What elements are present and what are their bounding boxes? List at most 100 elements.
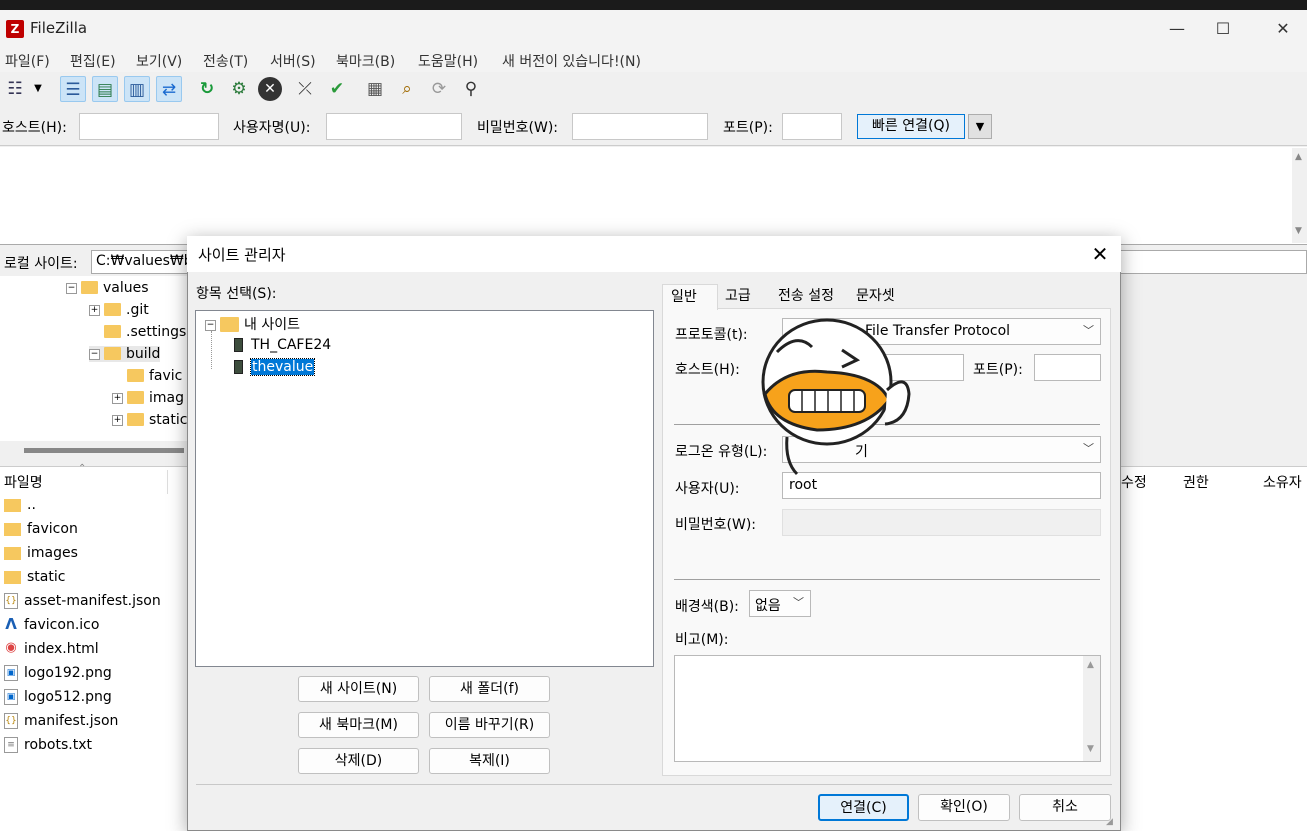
folder-icon: [127, 412, 144, 426]
tree-item[interactable]: − build: [89, 346, 161, 362]
local-tree-icon[interactable]: ▤: [92, 76, 118, 102]
close-window-button[interactable]: ✕: [1260, 14, 1306, 44]
tree-item-my-sites[interactable]: − 내 사이트: [205, 314, 300, 334]
menu-transfer[interactable]: 전송(T): [203, 51, 248, 71]
collapse-icon[interactable]: −: [205, 319, 216, 331]
tree-item[interactable]: + static: [112, 412, 187, 428]
tree-item[interactable]: .settings: [104, 324, 186, 340]
quick-port-input[interactable]: [782, 113, 842, 140]
dialog-title-bar: [187, 236, 1121, 272]
site-item-thevalue[interactable]: thevalue: [234, 358, 316, 376]
file-row[interactable]: {} manifest.json: [4, 713, 118, 729]
menu-server[interactable]: 서버(S): [270, 51, 316, 71]
html-file-icon: ◉: [4, 640, 18, 657]
tree-item-label: imag: [149, 390, 184, 406]
new-bookmark-button[interactable]: 새 북마크(M): [298, 712, 419, 738]
menu-new-version[interactable]: 새 버전이 있습니다!(N): [502, 51, 641, 71]
cancel-icon[interactable]: ✕: [258, 77, 282, 101]
transfer-queue-icon[interactable]: ⇄: [156, 76, 182, 102]
separator: [674, 579, 1100, 580]
menu-edit[interactable]: 편집(E): [70, 51, 116, 71]
connect-button[interactable]: 연결(C): [818, 794, 909, 821]
menu-help[interactable]: 도움말(H): [418, 51, 478, 71]
message-log-icon[interactable]: ☰: [60, 76, 86, 102]
rename-button[interactable]: 이름 바꾸기(R): [429, 712, 550, 738]
tree-item[interactable]: favic: [127, 368, 182, 384]
tab-advanced[interactable]: 고급: [717, 284, 759, 309]
menu-file[interactable]: 파일(F): [5, 51, 50, 71]
expand-icon[interactable]: +: [89, 304, 100, 316]
site-tree[interactable]: − 내 사이트 TH_CAFE24 thevalue: [195, 310, 654, 667]
new-site-button[interactable]: 새 사이트(N): [298, 676, 419, 702]
menu-bookmarks[interactable]: 북마크(B): [336, 51, 395, 71]
ok-button[interactable]: 확인(O): [918, 794, 1010, 821]
tree-item[interactable]: + imag: [112, 390, 184, 406]
tree-scroll-thumb[interactable]: [24, 448, 184, 453]
file-row[interactable]: ◉ index.html: [4, 641, 99, 657]
quickconnect-button[interactable]: 빠른 연결(Q): [857, 114, 965, 139]
quick-host-input[interactable]: [79, 113, 219, 140]
quick-password-input[interactable]: [572, 113, 708, 140]
remote-tree-icon[interactable]: ▥: [124, 76, 150, 102]
message-log[interactable]: [0, 147, 1307, 245]
directory-listing-filters-icon[interactable]: ▦: [362, 76, 388, 102]
maximize-button[interactable]: ☐: [1200, 14, 1246, 44]
quickconnect-dropdown-icon[interactable]: ▼: [968, 114, 992, 139]
expand-icon[interactable]: +: [112, 392, 123, 404]
comments-textarea[interactable]: ▲ ▼: [674, 655, 1101, 762]
local-directory-tree[interactable]: − values + .git .settings − build favic + im…: [0, 276, 188, 441]
tab-charset[interactable]: 문자셋: [848, 284, 903, 309]
expand-icon[interactable]: +: [112, 414, 123, 426]
site-manager-dropdown-icon[interactable]: ▼: [30, 76, 46, 102]
message-log-scrollbar[interactable]: ▲ ▼: [1292, 148, 1307, 243]
scroll-down-icon[interactable]: ▼: [1295, 226, 1302, 236]
search-icon[interactable]: ⌕: [394, 76, 420, 102]
scroll-up-icon[interactable]: ▲: [1295, 152, 1302, 162]
process-queue-icon[interactable]: ⚙: [226, 76, 252, 102]
file-row[interactable]: Λfavicon.ico: [4, 617, 99, 633]
file-row[interactable]: {} asset-manifest.json: [4, 593, 161, 609]
quick-user-input[interactable]: [326, 113, 462, 140]
site-item-th-cafe24[interactable]: TH_CAFE24: [234, 337, 331, 353]
background-color-select[interactable]: 없음 ﹀: [749, 590, 811, 617]
delete-button[interactable]: 삭제(D): [298, 748, 419, 774]
tree-item[interactable]: + .git: [89, 302, 149, 318]
find-files-icon[interactable]: ⚲: [458, 76, 484, 102]
comments-scrollbar[interactable]: ▲ ▼: [1083, 656, 1100, 761]
scroll-down-icon[interactable]: ▼: [1087, 744, 1094, 754]
disconnect-icon[interactable]: ⤫: [292, 76, 318, 102]
file-row[interactable]: ▣ logo192.png: [4, 665, 112, 681]
tab-general[interactable]: 일반: [662, 284, 718, 310]
tab-transfer-settings[interactable]: 전송 설정: [770, 284, 842, 309]
reconnect-icon[interactable]: ✔: [324, 76, 350, 102]
dialog-close-button[interactable]: ✕: [1086, 240, 1114, 268]
local-site-label: 로컬 사이트:: [4, 256, 78, 272]
tree-item[interactable]: − values: [66, 280, 149, 296]
folder-icon: [104, 324, 121, 338]
file-row[interactable]: static: [4, 569, 65, 585]
collapse-icon[interactable]: −: [66, 282, 77, 294]
column-header-filename[interactable]: 파일명: [4, 472, 43, 492]
file-row[interactable]: favicon: [4, 521, 78, 537]
background-color-value: 없음: [755, 598, 781, 614]
cancel-button[interactable]: 취소: [1019, 794, 1111, 821]
file-row[interactable]: ▣ logo512.png: [4, 689, 112, 705]
port-input[interactable]: [1034, 354, 1101, 381]
new-folder-button[interactable]: 새 폴더(f): [429, 676, 550, 702]
file-row[interactable]: ..: [4, 497, 36, 513]
site-manager-icon[interactable]: ☷: [2, 76, 28, 102]
file-row[interactable]: ≡ robots.txt: [4, 737, 92, 753]
menu-view[interactable]: 보기(V): [136, 51, 182, 71]
column-header-permissions[interactable]: 권한: [1183, 472, 1209, 492]
resize-grip-icon[interactable]: ◢: [1106, 817, 1113, 827]
compare-icon[interactable]: ⟳: [426, 76, 452, 102]
refresh-icon[interactable]: ↻: [194, 76, 220, 102]
collapse-icon[interactable]: −: [89, 348, 100, 360]
scroll-up-icon[interactable]: ▲: [1087, 660, 1094, 670]
json-file-icon: {}: [4, 593, 18, 609]
duplicate-button[interactable]: 복제(I): [429, 748, 550, 774]
minimize-button[interactable]: —: [1154, 14, 1200, 44]
column-header-owner[interactable]: 소유자: [1263, 472, 1302, 492]
column-header-modified[interactable]: 수정: [1121, 472, 1147, 492]
file-row[interactable]: images: [4, 545, 78, 561]
